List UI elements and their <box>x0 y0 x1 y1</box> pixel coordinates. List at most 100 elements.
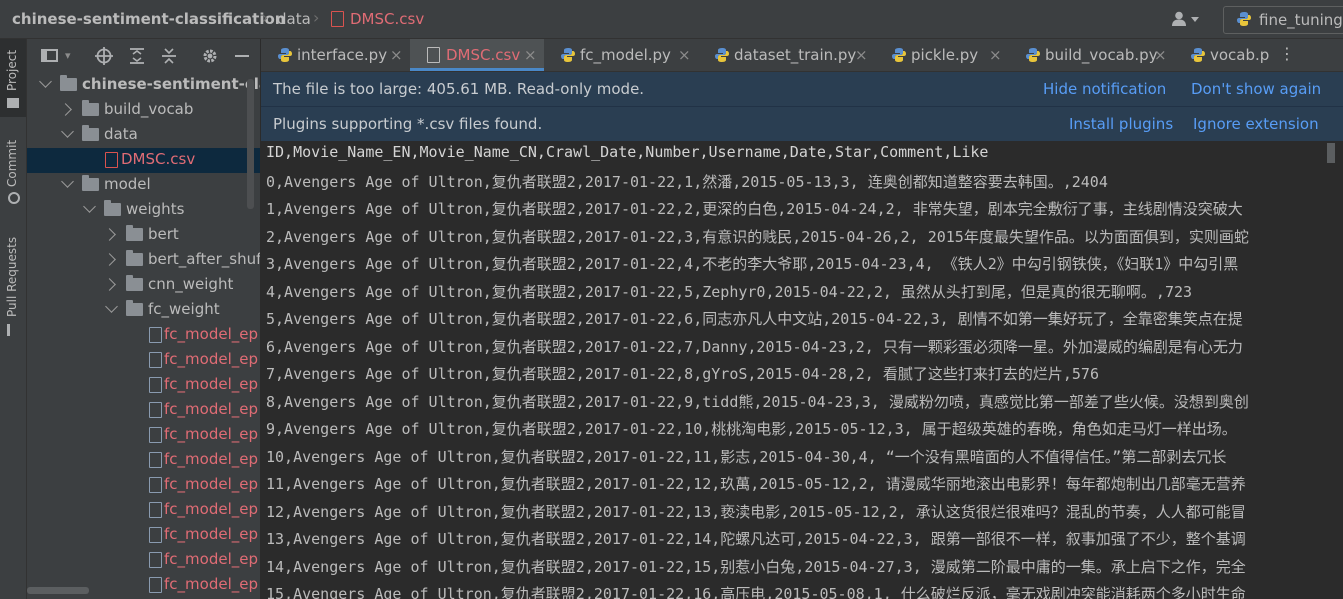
breadcrumb-folder[interactable]: data <box>277 10 311 28</box>
project-panel: ▾ chinese-sentiment-classification build_… <box>27 39 260 599</box>
tree-item-label: DMSC.csv <box>121 150 196 168</box>
tree-item[interactable]: data <box>27 123 260 148</box>
tree-item[interactable]: model <box>27 173 260 198</box>
run-configuration-selector[interactable]: fine_tuning <box>1223 6 1343 34</box>
gear-icon[interactable] <box>201 47 219 65</box>
tree-item-label: fc_model_ep <box>164 450 258 468</box>
breadcrumb-separator: › <box>313 8 320 27</box>
editor-vertical-scrollbar[interactable] <box>1327 143 1335 163</box>
tree-item[interactable]: fc_model_ep <box>27 423 260 448</box>
project-tool-label: Project <box>5 49 19 91</box>
csv-data-line: 2,Avengers Age of Ultron,复仇者联盟2,2017-01-… <box>266 227 1249 246</box>
python-file-icon <box>1026 48 1040 62</box>
tree-item-label: fc_model_ep <box>164 425 258 443</box>
more-tabs-icon[interactable]: ⋮ <box>1279 45 1295 63</box>
locate-file-icon[interactable] <box>95 47 113 65</box>
hide-notification-link[interactable]: Hide notification <box>1043 80 1166 98</box>
dont-show-again-link[interactable]: Don't show again <box>1191 80 1321 98</box>
minimize-icon[interactable] <box>235 55 249 57</box>
tree-item[interactable]: build_vocab <box>27 98 260 123</box>
tab-pickle-py[interactable]: pickle.py × <box>875 39 1009 71</box>
project-tool-tab[interactable]: Project <box>0 39 26 117</box>
csv-editor[interactable]: ID,Movie_Name_EN,Movie_Name_CN,Crawl_Dat… <box>261 141 1343 599</box>
close-tab-icon[interactable]: × <box>390 46 403 64</box>
tree-item-label: fc_model_ep <box>164 350 258 368</box>
project-view-icon[interactable] <box>41 49 58 62</box>
close-tab-icon[interactable]: × <box>1154 46 1167 64</box>
commit-tool-tab[interactable]: Commit <box>0 131 26 211</box>
breadcrumb-file[interactable]: DMSC.csv <box>350 10 424 28</box>
expanded-arrow-icon[interactable] <box>39 75 52 88</box>
tree-item[interactable]: chinese-sentiment-classification <box>27 73 260 98</box>
install-plugins-link[interactable]: Install plugins <box>1069 115 1173 133</box>
tree-item[interactable]: cnn_weight <box>27 273 260 298</box>
editor-tab-bar: interface.py × DMSC.csv × fc_model.py × datase… <box>261 39 1343 72</box>
user-icon[interactable] <box>1172 11 1202 27</box>
csv-data-line: 8,Avengers Age of Ultron,复仇者联盟2,2017-01-… <box>266 392 1249 411</box>
collapsed-arrow-icon[interactable] <box>59 103 72 116</box>
tree-item[interactable]: weights <box>27 198 260 223</box>
dropdown-chevron-icon[interactable]: ▾ <box>65 49 71 62</box>
python-file-icon <box>892 48 906 62</box>
close-tab-icon[interactable]: × <box>678 46 691 64</box>
expanded-arrow-icon[interactable] <box>61 175 74 188</box>
folder-icon <box>126 250 143 266</box>
tab-fc-model-py[interactable]: fc_model.py × <box>544 39 698 71</box>
tree-item[interactable]: fc_model_ep <box>27 573 260 598</box>
tree-item[interactable]: bert <box>27 223 260 248</box>
run-configuration-label: fine_tuning <box>1259 11 1343 29</box>
csv-data-line: 10,Avengers Age of Ultron,复仇者联盟2,2017-01… <box>266 447 1227 466</box>
tree-horizontal-scrollbar[interactable] <box>27 587 89 594</box>
file-icon <box>149 377 162 393</box>
tree-item[interactable]: fc_model_ep <box>27 373 260 398</box>
tab-label: DMSC.csv <box>446 46 521 64</box>
tab-interface-py[interactable]: interface.py × <box>261 39 410 71</box>
csv-data-line: 13,Avengers Age of Ultron,复仇者联盟2,2017-01… <box>266 530 1246 548</box>
expand-all-icon[interactable] <box>129 47 145 65</box>
tab-label: fc_model.py <box>580 46 671 64</box>
tree-item[interactable]: fc_model_ep <box>27 348 260 373</box>
folder-icon <box>7 98 19 108</box>
tree-item-label: fc_model_ep <box>164 375 258 393</box>
tree-item[interactable]: fc_model_ep <box>27 523 260 548</box>
tab-vocab-p[interactable]: vocab.p <box>1174 39 1284 71</box>
tab-label: pickle.py <box>911 46 979 64</box>
csv-data-line: 7,Avengers Age of Ultron,复仇者联盟2,2017-01-… <box>266 365 1099 383</box>
tab-dataset-train-py[interactable]: dataset_train.py × <box>698 39 875 71</box>
file-icon <box>149 502 162 518</box>
tree-item[interactable]: bert_after_shuffle <box>27 248 260 273</box>
tree-item[interactable]: DMSC.csv <box>27 148 260 173</box>
tree-item[interactable]: fc_weight <box>27 298 260 323</box>
breadcrumb-project[interactable]: chinese-sentiment-classification <box>12 10 285 28</box>
pull-requests-tool-label: Pull Requests <box>5 236 19 317</box>
collapsed-arrow-icon[interactable] <box>103 253 116 266</box>
tab-build-vocab-py[interactable]: build_vocab.py × <box>1009 39 1174 71</box>
close-tab-icon[interactable]: × <box>855 46 868 64</box>
python-icon <box>1237 12 1251 26</box>
ignore-extension-link[interactable]: Ignore extension <box>1193 115 1319 133</box>
expanded-arrow-icon[interactable] <box>61 125 74 138</box>
tree-item[interactable]: fc_model_ep <box>27 398 260 423</box>
csv-data-line: 11,Avengers Age of Ultron,复仇者联盟2,2017-01… <box>266 475 1246 493</box>
close-tab-icon[interactable]: × <box>989 46 1002 64</box>
tree-item[interactable]: fc_model_ep <box>27 548 260 573</box>
tree-vertical-scrollbar[interactable] <box>247 79 254 209</box>
tree-item[interactable]: fc_model_ep <box>27 473 260 498</box>
tree-item[interactable]: fc_model_ep <box>27 498 260 523</box>
pull-requests-tool-tab[interactable]: Pull Requests <box>0 229 26 341</box>
expanded-arrow-icon[interactable] <box>105 300 118 313</box>
expanded-arrow-icon[interactable] <box>83 200 96 213</box>
tab-label: dataset_train.py <box>734 46 857 64</box>
collapsed-arrow-icon[interactable] <box>103 278 116 291</box>
collapsed-arrow-icon[interactable] <box>103 228 116 241</box>
close-tab-icon[interactable]: × <box>524 46 537 64</box>
tab-dmsc-csv[interactable]: DMSC.csv × <box>410 39 544 71</box>
plugins-notification: Plugins supporting *.csv files found. In… <box>261 107 1343 142</box>
tree-item-label: bert_after_shuffle <box>148 250 260 268</box>
collapse-all-icon[interactable] <box>161 47 177 65</box>
tree-item-label: weights <box>126 200 185 218</box>
csv-file-icon <box>427 47 440 63</box>
notification-message: The file is too large: 405.61 MB. Read-o… <box>273 80 645 98</box>
tree-item[interactable]: fc_model_ep <box>27 323 260 348</box>
tree-item[interactable]: fc_model_ep <box>27 448 260 473</box>
